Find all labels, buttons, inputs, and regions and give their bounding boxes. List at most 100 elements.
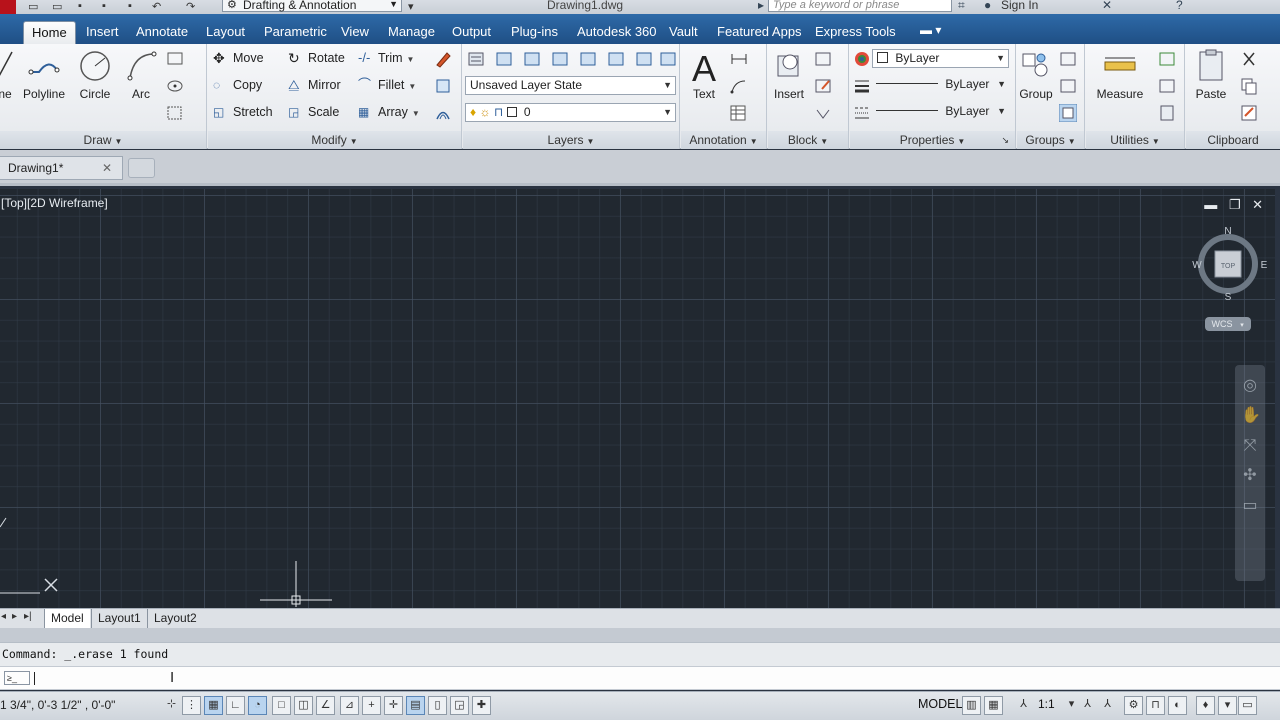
layer-previous-icon[interactable] bbox=[551, 50, 569, 68]
dynamic-ucs-icon[interactable]: ⊿ bbox=[340, 696, 359, 715]
tab-autodesk-360[interactable]: Autodesk 360 bbox=[569, 21, 665, 44]
modify-panel-title[interactable]: Modify ▼ bbox=[208, 131, 461, 149]
group-edit-icon[interactable] bbox=[1059, 77, 1077, 95]
layers-panel-title[interactable]: Layers ▼ bbox=[463, 131, 679, 149]
lineweight-dropdown[interactable]: ByLayer ▼ bbox=[872, 76, 1009, 95]
annotation-visibility-icon[interactable]: ⅄ bbox=[1078, 696, 1097, 715]
annotation-monitor-icon[interactable]: ✚ bbox=[472, 696, 491, 715]
clean-screen-icon[interactable]: ▭ bbox=[1238, 696, 1257, 715]
quick-select-icon[interactable] bbox=[1158, 50, 1176, 68]
annotation-scale-icon[interactable]: ⅄ bbox=[1014, 696, 1033, 715]
coordinate-readout[interactable]: 1 3/4", 0'-3 1/2" , 0'-0" bbox=[0, 698, 115, 712]
lineweight-toggle-icon[interactable]: ✛ bbox=[384, 696, 403, 715]
offset-icon[interactable] bbox=[434, 104, 452, 122]
layer-make-current-icon[interactable] bbox=[495, 50, 513, 68]
new-file-icon[interactable]: ▭ bbox=[28, 0, 38, 13]
copy-button[interactable]: ◌ Copy bbox=[213, 75, 262, 95]
binoculars-icon[interactable]: ⌗ bbox=[958, 0, 965, 13]
pan-hand-icon[interactable]: ✋ bbox=[1241, 407, 1261, 425]
viewcube[interactable]: TOP N S E W WCS ▾ bbox=[1190, 221, 1270, 333]
object-snap-icon[interactable]: □ bbox=[272, 696, 291, 715]
zoom-extents-icon[interactable]: ⤧ bbox=[1241, 437, 1259, 455]
ortho-mode-icon[interactable]: ∟ bbox=[226, 696, 245, 715]
ellipse-icon[interactable]: ▾ bbox=[166, 77, 184, 95]
quick-view-drawings-icon[interactable]: ▦ bbox=[984, 696, 1003, 715]
tab-home[interactable]: Home bbox=[23, 21, 76, 44]
utilities-panel-title[interactable]: Utilities ▼ bbox=[1086, 131, 1184, 149]
mirror-button[interactable]: ⧋ Mirror bbox=[288, 75, 341, 95]
copy-clip-icon[interactable] bbox=[1240, 77, 1258, 95]
line-button[interactable]: ne bbox=[0, 48, 14, 101]
tab-parametric[interactable]: Parametric bbox=[256, 21, 335, 44]
prev-layout-icon[interactable]: ▸ bbox=[12, 611, 17, 622]
hardware-acceleration-icon[interactable]: ◐ bbox=[1168, 696, 1187, 715]
lock-icon[interactable]: ⊓ bbox=[1146, 696, 1165, 715]
model-space-toggle[interactable]: MODEL bbox=[918, 697, 962, 711]
tab-layout2[interactable]: Layout2 bbox=[147, 609, 203, 628]
calculator-icon[interactable] bbox=[1158, 104, 1176, 122]
layer-unisolate-icon[interactable] bbox=[607, 50, 625, 68]
application-menu-button[interactable] bbox=[0, 0, 16, 14]
dialog-launcher-icon[interactable]: ↘ bbox=[1001, 131, 1009, 149]
group-selection-icon[interactable] bbox=[1059, 104, 1077, 122]
tab-express-tools[interactable]: Express Tools bbox=[807, 21, 904, 44]
match-properties-icon[interactable] bbox=[853, 50, 871, 68]
rectangle-icon[interactable]: ▾ bbox=[166, 50, 184, 68]
attribute-icon[interactable]: ▾ bbox=[814, 104, 832, 122]
layer-isolate-icon[interactable] bbox=[579, 50, 597, 68]
status-menu-icon[interactable]: ▾ bbox=[1218, 696, 1237, 715]
quick-properties-icon[interactable]: ▯ bbox=[428, 696, 447, 715]
plot-icon[interactable]: ▪ bbox=[128, 0, 132, 12]
showmotion-icon[interactable]: ▭ bbox=[1241, 497, 1259, 515]
move-button[interactable]: ✥ Move bbox=[213, 48, 264, 68]
array-button[interactable]: ▦ Array ▼ bbox=[358, 102, 420, 122]
command-prompt-icon[interactable]: ≥_ bbox=[4, 671, 30, 685]
linetype-dropdown[interactable]: ByLayer ▼ bbox=[872, 103, 1009, 122]
create-block-icon[interactable] bbox=[814, 50, 832, 68]
auto-scale-icon[interactable]: ⅄ bbox=[1098, 696, 1117, 715]
close-icon[interactable]: ✕ bbox=[1252, 197, 1263, 212]
sign-in-link[interactable]: Sign In bbox=[1001, 0, 1038, 12]
circle-button[interactable]: Circle bbox=[74, 48, 116, 101]
tab-manage[interactable]: Manage bbox=[380, 21, 443, 44]
gear-icon[interactable]: ⚙ bbox=[1124, 696, 1143, 715]
annotation-scale-value[interactable]: 1:1 bbox=[1038, 697, 1055, 711]
isolate-objects-icon[interactable]: ♦ bbox=[1196, 696, 1215, 715]
transparency-icon[interactable]: ▤ bbox=[406, 696, 425, 715]
insert-button[interactable]: Insert bbox=[770, 48, 808, 101]
quick-access-dropdown-icon[interactable]: ▾ bbox=[408, 0, 414, 13]
ribbon-minimize-icon[interactable]: ▬ ▾ bbox=[920, 23, 941, 37]
selection-cycling-icon[interactable]: ◲ bbox=[450, 696, 469, 715]
clipboard-panel-title[interactable]: Clipboard bbox=[1186, 131, 1280, 149]
fillet-button[interactable]: ⌒ Fillet ▼ bbox=[358, 75, 416, 95]
tab-view[interactable]: View bbox=[333, 21, 377, 44]
drawing-canvas[interactable]: [Top][2D Wireframe] ▬ ❐ ✕ TOP N S E W WC… bbox=[0, 189, 1275, 608]
paste-button[interactable]: Paste bbox=[1190, 48, 1232, 101]
dynamic-input-icon[interactable]: + bbox=[362, 696, 381, 715]
chevron-down-icon[interactable]: ▼ bbox=[412, 109, 420, 118]
layer-freeze-icon[interactable] bbox=[635, 50, 653, 68]
annotation-panel-title[interactable]: Annotation ▼ bbox=[681, 131, 766, 149]
chevron-down-icon[interactable]: ▼ bbox=[407, 55, 415, 64]
trim-button[interactable]: -/- Trim ▼ bbox=[358, 48, 414, 68]
first-layout-icon[interactable]: ◂ bbox=[1, 611, 6, 622]
save-icon[interactable]: ▪ bbox=[78, 0, 82, 12]
dimension-icon[interactable]: ▾ bbox=[729, 50, 747, 68]
orbit-icon[interactable]: ✣ bbox=[1241, 467, 1259, 485]
3d-object-snap-icon[interactable]: ◫ bbox=[294, 696, 313, 715]
erase-icon[interactable] bbox=[434, 50, 452, 68]
command-input[interactable]: ≥_ I bbox=[0, 666, 1280, 690]
snap-mode-icon[interactable]: ⋮ bbox=[182, 696, 201, 715]
layer-dropdown[interactable]: ♦ ☼ ⊓ 0 ▼ bbox=[465, 103, 676, 122]
close-icon[interactable]: ✕ bbox=[102, 157, 112, 179]
layer-state-dropdown[interactable]: Unsaved Layer State ▼ bbox=[465, 76, 676, 95]
file-tab-drawing1[interactable]: Drawing1* ✕ bbox=[0, 156, 123, 180]
open-file-icon[interactable]: ▭ bbox=[52, 0, 62, 13]
block-panel-title[interactable]: Block ▼ bbox=[768, 131, 848, 149]
tab-output[interactable]: Output bbox=[444, 21, 499, 44]
explode-icon[interactable] bbox=[434, 77, 452, 95]
new-tab-button[interactable] bbox=[128, 158, 155, 178]
object-snap-tracking-icon[interactable]: ∠ bbox=[316, 696, 335, 715]
tab-vault[interactable]: Vault bbox=[661, 21, 706, 44]
polar-tracking-icon[interactable]: ◔ bbox=[248, 696, 267, 715]
